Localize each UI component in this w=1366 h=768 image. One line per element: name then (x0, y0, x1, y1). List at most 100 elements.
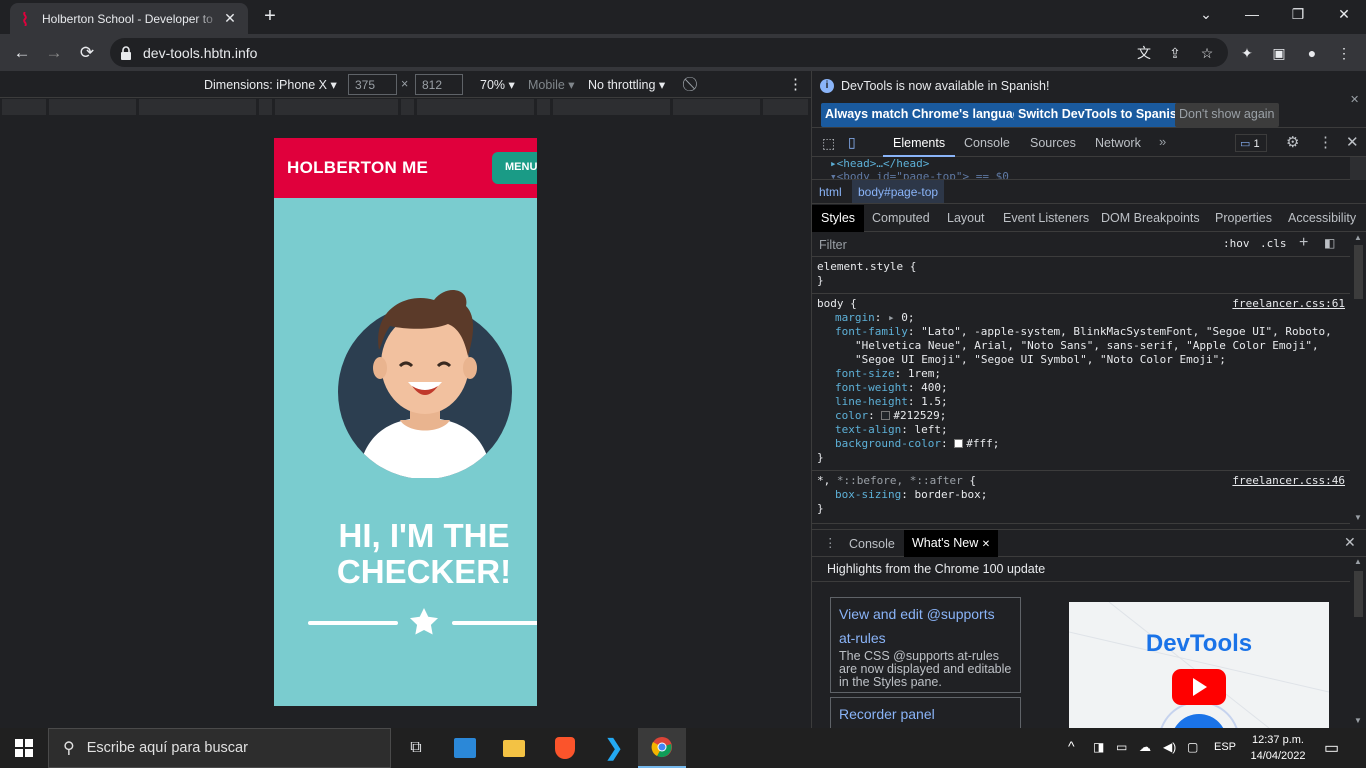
volume-icon[interactable]: ◀) (1163, 740, 1176, 754)
task-view-icon[interactable]: ⧉ (392, 728, 440, 768)
close-whats-new-icon[interactable]: ✕ (982, 539, 990, 550)
subtab-accessibility[interactable]: Accessibility (1279, 205, 1365, 232)
breadcrumb-body[interactable]: body#page-top (852, 180, 945, 203)
media-query-segment[interactable] (2, 99, 47, 115)
close-window-icon[interactable]: ✕ (1334, 6, 1354, 26)
styles-scrollbar-thumb[interactable] (1354, 245, 1363, 299)
device-dropdown[interactable]: Dimensions: iPhone X ▾ (204, 77, 337, 92)
body-prop-background-color[interactable]: background-color: #fff; (817, 437, 1345, 451)
close-devtools-icon[interactable]: ✕ (1346, 133, 1359, 151)
address-bar[interactable]: dev-tools.hbtn.info (110, 38, 1228, 67)
universal-rule-source-link[interactable]: freelancer.css:46 (1232, 474, 1345, 488)
body-prop-text-align[interactable]: text-align: left; (817, 423, 1345, 437)
devtools-more-icon[interactable]: ⋮ (1318, 133, 1333, 151)
reload-icon[interactable]: ⟳ (76, 42, 98, 64)
taskbar-search[interactable]: ⚲ Escribe aquí para buscar (48, 728, 391, 768)
issues-badge[interactable]: ▭ 1 (1235, 134, 1267, 152)
tab-elements[interactable]: Elements (883, 129, 956, 157)
battery-icon[interactable]: ▭ (1116, 740, 1127, 754)
body-prop-font-family[interactable]: font-family: "Lato", -apple-system, Blin… (817, 325, 1345, 339)
width-input[interactable]: 375 (348, 74, 397, 95)
styles-filter-input[interactable]: Filter (819, 238, 1214, 252)
media-query-segment[interactable] (259, 99, 273, 115)
share-icon[interactable]: ⇪ (1165, 43, 1185, 63)
forward-arrow-icon[interactable]: → (43, 42, 65, 64)
body-prop-color[interactable]: color: #212529; (817, 409, 1345, 423)
close-drawer-icon[interactable]: ✕ (1344, 534, 1356, 551)
dom-node-head[interactable]: ▸<head>…</head> (830, 157, 929, 170)
tray-chevron-icon[interactable]: ^ (1068, 738, 1075, 754)
new-style-rule-icon[interactable]: + (1299, 234, 1308, 252)
height-input[interactable]: 812 (415, 74, 463, 95)
drawer-scrollbar-thumb[interactable] (1354, 571, 1363, 617)
media-query-segment[interactable] (553, 99, 671, 115)
new-tab-button[interactable]: + (260, 6, 280, 26)
subtab-properties[interactable]: Properties (1206, 205, 1281, 232)
file-explorer-icon[interactable] (490, 728, 538, 768)
dom-tree-scrollbar[interactable] (1350, 157, 1366, 180)
breadcrumb-html[interactable]: html (819, 185, 842, 199)
notifications-icon[interactable]: ▭ (1324, 738, 1339, 758)
body-rule-source-link[interactable]: freelancer.css:61 (1232, 297, 1345, 311)
universal-prop-box-sizing[interactable]: box-sizing: border-box; (817, 488, 1345, 502)
dom-node-body[interactable]: ▾<body id="page-top"> == $0 (830, 170, 1009, 179)
restore-icon[interactable]: ❐ (1288, 6, 1308, 26)
bookmark-star-icon[interactable]: ☆ (1197, 43, 1217, 63)
site-brand[interactable]: HOLBERTON ME (287, 158, 428, 178)
pseudo-selectors[interactable]: *::before, *::after (837, 474, 963, 487)
feature-link-recorder[interactable]: Recorder panel (839, 702, 1012, 726)
minimize-icon[interactable]: — (1242, 6, 1262, 26)
settings-gear-icon[interactable]: ⚙ (1286, 133, 1299, 151)
match-language-button[interactable]: Always match Chrome's language (821, 103, 1032, 127)
color-swatch[interactable] (954, 439, 964, 448)
chrome-app-icon[interactable] (638, 728, 686, 768)
close-tab-icon[interactable]: ✕ (222, 10, 238, 27)
more-tabs-icon[interactable]: » (1159, 134, 1166, 149)
vscode-icon[interactable]: ❯ (590, 728, 638, 768)
body-prop-font-weight[interactable]: font-weight: 400; (817, 381, 1345, 395)
menu-button[interactable]: MENU (492, 152, 537, 184)
store-app-icon[interactable] (441, 728, 489, 768)
inspect-element-icon[interactable]: ⬚ (822, 135, 835, 152)
subtab-layout[interactable]: Layout (938, 205, 994, 232)
windows-start-icon[interactable] (0, 728, 48, 768)
device-toolbar-more-icon[interactable]: ⋮ (788, 75, 803, 93)
body-prop-margin[interactable]: margin: ▸ 0; (817, 311, 1345, 325)
body-prop-font-size[interactable]: font-size: 1rem; (817, 367, 1345, 381)
feature-card-supports[interactable]: View and edit @supports at-rules The CSS… (830, 597, 1021, 693)
zoom-dropdown[interactable]: 70% ▾ (480, 77, 515, 92)
media-query-segment[interactable] (275, 99, 399, 115)
meet-now-icon[interactable]: ◨ (1093, 740, 1104, 754)
brave-browser-icon[interactable] (541, 728, 589, 768)
drawer-scrollbar[interactable]: ▲ ▼ (1350, 557, 1366, 728)
cls-toggle[interactable]: .cls (1260, 237, 1287, 250)
tab-search-icon[interactable]: ⌄ (1196, 6, 1216, 26)
feature-link-at-rules[interactable]: at-rules (839, 626, 1012, 650)
media-query-segment[interactable] (401, 99, 415, 115)
subtab-computed[interactable]: Computed (863, 205, 939, 232)
subtab-dom-breakpoints[interactable]: DOM Breakpoints (1092, 205, 1209, 232)
body-prop-line-height[interactable]: line-height: 1.5; (817, 395, 1345, 409)
tab-network[interactable]: Network (1085, 129, 1151, 157)
profile-icon[interactable]: ● (1302, 43, 1322, 63)
element-style-selector[interactable]: element.style { (817, 260, 1345, 274)
network-icon[interactable]: ▢ (1187, 740, 1198, 754)
language-indicator[interactable]: ESP (1214, 741, 1236, 753)
feature-link-supports[interactable]: View and edit @supports (839, 602, 1012, 626)
media-query-segment[interactable] (417, 99, 535, 115)
close-infobar-icon[interactable]: ✕ (1350, 93, 1359, 106)
media-query-segment[interactable] (763, 99, 809, 115)
extensions-icon[interactable]: ✦ (1237, 43, 1257, 63)
color-swatch[interactable] (881, 411, 891, 420)
media-query-segment[interactable] (49, 99, 137, 115)
media-query-bar[interactable] (0, 99, 811, 116)
media-query-segment[interactable] (537, 99, 551, 115)
body-selector[interactable]: body { (817, 297, 857, 310)
subtab-styles[interactable]: Styles (812, 205, 865, 232)
switch-spanish-button[interactable]: Switch DevTools to Spanish (1014, 103, 1189, 127)
onedrive-cloud-icon[interactable]: ☁ (1139, 740, 1151, 754)
drawer-menu-icon[interactable]: ⋮ (824, 535, 837, 550)
back-arrow-icon[interactable]: ← (11, 42, 33, 64)
mobile-dropdown[interactable]: Mobile ▾ (528, 77, 575, 92)
drawer-tab-whats-new[interactable]: What's New ✕ (904, 530, 999, 557)
